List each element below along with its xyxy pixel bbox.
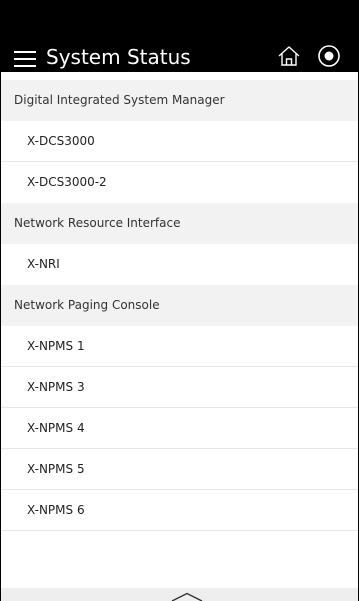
hamburger-menu-icon[interactable] [14,50,36,67]
stop-icon[interactable] [317,44,341,68]
list-item-x-npms-3[interactable]: X-NPMS 3 [1,367,358,408]
list-item-x-npms-1[interactable]: X-NPMS 1 [1,326,358,367]
list-item-x-dcs3000[interactable]: X-DCS3000 [1,121,358,162]
group-header-disman: Digital Integrated System Manager [1,80,358,121]
list-item-x-nri[interactable]: X-NRI [1,244,358,285]
list-item-x-dcs3000-2[interactable]: X-DCS3000-2 [1,162,358,203]
page-title: System Status [46,45,191,69]
app-header: System Status [1,0,358,72]
app-frame: System Status Digital Integrated System … [0,0,359,601]
group-header-nri: Network Resource Interface [1,203,358,244]
list-item-x-npms-5[interactable]: X-NPMS 5 [1,449,358,490]
home-icon[interactable] [277,44,301,68]
system-status-list: Digital Integrated System Manager X-DCS3… [1,80,358,531]
list-item-x-npms-4[interactable]: X-NPMS 4 [1,408,358,449]
list-item-x-npms-6[interactable]: X-NPMS 6 [1,490,358,531]
group-header-paging-console: Network Paging Console [1,285,358,326]
chevron-up-icon[interactable] [171,592,203,601]
